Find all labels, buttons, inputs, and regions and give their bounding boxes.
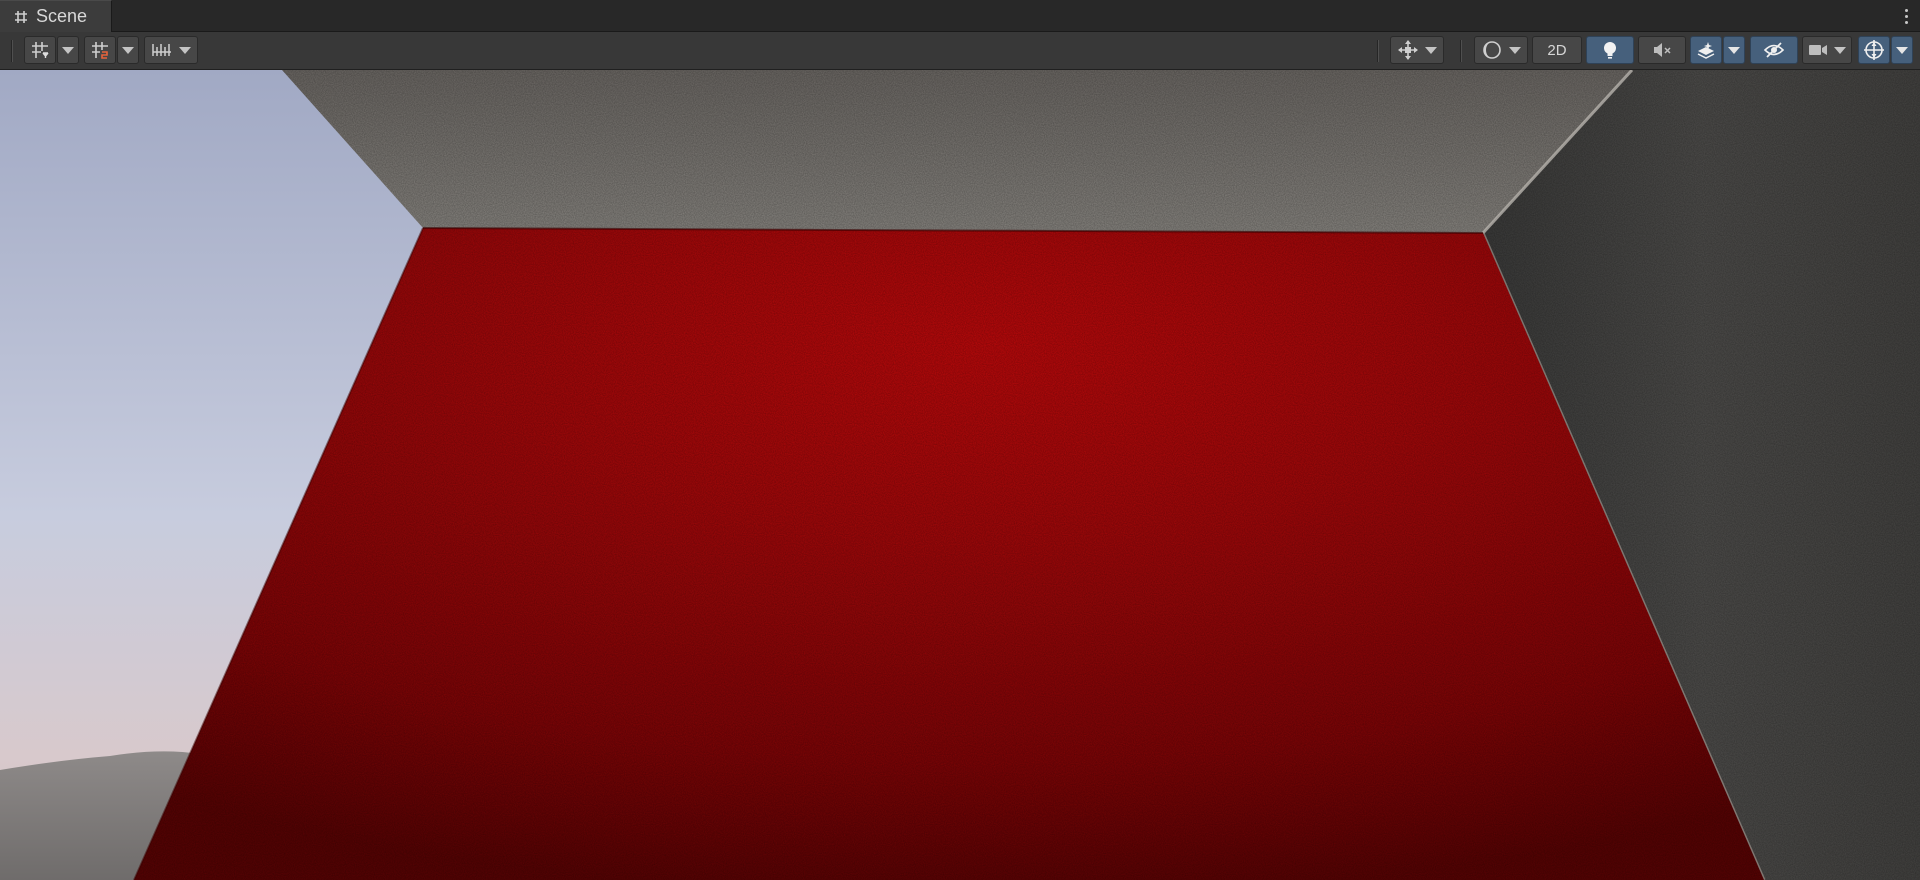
- effects-button[interactable]: [1690, 36, 1722, 64]
- tool-handle-button[interactable]: [1390, 36, 1444, 64]
- chevron-down-icon: [62, 46, 74, 54]
- gizmos-button[interactable]: [1858, 36, 1890, 64]
- 2d-label: 2D: [1547, 41, 1567, 59]
- audio-mute-icon: [1654, 43, 1671, 57]
- scene-render: [0, 70, 1920, 880]
- grid-snapping-dropdown[interactable]: [57, 36, 79, 64]
- gizmos-icon: [1864, 40, 1884, 60]
- toolbar-grip[interactable]: [1377, 40, 1379, 62]
- scene-grid-icon: [15, 10, 27, 23]
- increment-snapping-button[interactable]: [84, 36, 116, 64]
- scene-viewport[interactable]: [0, 70, 1920, 880]
- increment-snap-icon: [92, 42, 108, 59]
- chevron-down-icon: [1728, 46, 1740, 54]
- camera-settings-button[interactable]: [1802, 36, 1852, 64]
- scene-lighting-button[interactable]: [1586, 36, 1634, 64]
- grid-snap-icon: [32, 42, 49, 58]
- chevron-down-icon: [179, 46, 191, 54]
- lighting-bulb-icon: [1604, 42, 1616, 59]
- chevron-down-icon: [1425, 46, 1437, 54]
- toolbar-grip[interactable]: [1460, 40, 1462, 62]
- more-options-icon[interactable]: [1898, 4, 1914, 28]
- tab-scene[interactable]: Scene: [0, 0, 112, 32]
- increment-snapping-dropdown[interactable]: [117, 36, 139, 64]
- audio-toggle-button[interactable]: [1638, 36, 1686, 64]
- chevron-down-icon: [1509, 46, 1521, 54]
- scene-visibility-icon: [1763, 42, 1785, 58]
- chevron-down-icon: [122, 46, 134, 54]
- chevron-down-icon: [1896, 46, 1908, 54]
- camera-icon: [1809, 45, 1827, 55]
- grid-snapping-button[interactable]: [24, 36, 56, 64]
- scene-window: Scene 2D: [0, 0, 1920, 880]
- tab-bar: Scene: [0, 0, 1920, 32]
- transform-tool-icon: [1398, 40, 1418, 60]
- scene-toolbar: 2D: [0, 32, 1920, 70]
- chevron-down-icon: [1834, 46, 1846, 54]
- shading-mode-button[interactable]: [1474, 36, 1528, 64]
- snap-settings-button[interactable]: [144, 36, 198, 64]
- toolbar-grip[interactable]: [11, 40, 13, 62]
- effects-layers-icon: [1697, 42, 1715, 59]
- gizmos-dropdown[interactable]: [1891, 36, 1913, 64]
- 2d-mode-button[interactable]: 2D: [1532, 36, 1582, 64]
- effects-dropdown[interactable]: [1723, 36, 1745, 64]
- scene-visibility-button[interactable]: [1750, 36, 1798, 64]
- tab-title: Scene: [36, 6, 88, 26]
- shading-mode-icon: [1483, 41, 1501, 59]
- ruler-icon: [152, 44, 171, 56]
